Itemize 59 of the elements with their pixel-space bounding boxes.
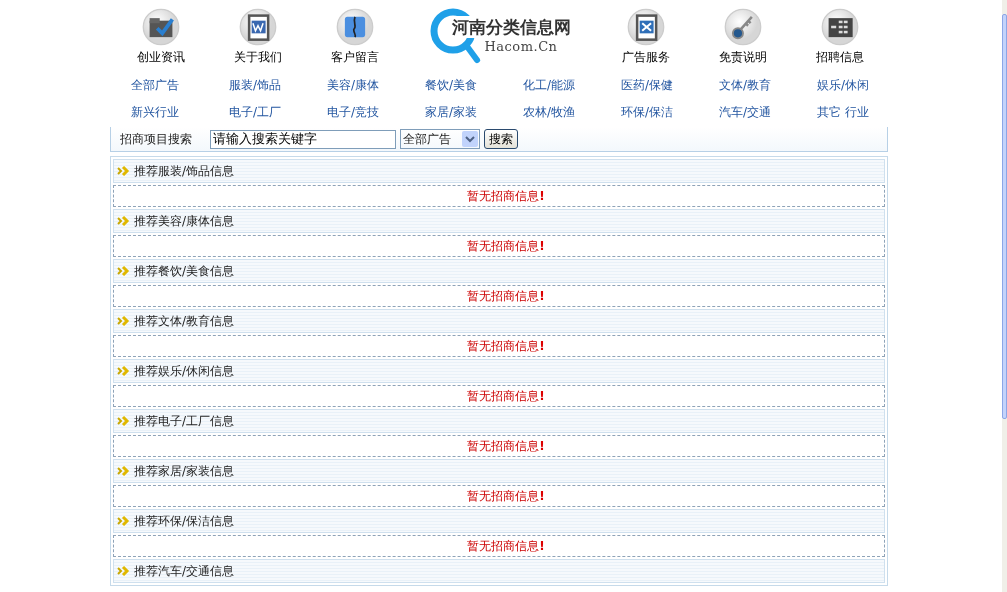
empty-notice: 暂无招商信息! [466,237,545,255]
key-icon [723,8,762,46]
category-link[interactable]: 服装/饰品 [210,77,308,94]
calendar-icon [820,8,859,46]
category-link[interactable]: 环保/保洁 [602,104,700,121]
section-title: 推荐娱乐/休闲信息 [134,362,235,380]
empty-notice: 暂无招商信息! [466,537,545,555]
empty-notice: 暂无招商信息! [466,387,545,405]
nav-link[interactable]: 招聘信息 [791,0,888,68]
double-arrow-icon [117,516,131,526]
double-arrow-icon [117,466,131,476]
category-link[interactable]: 其它 行业 [798,104,896,121]
document-icon [238,8,277,46]
section-title: 推荐环保/保洁信息 [134,512,235,530]
double-arrow-icon [117,266,131,276]
double-arrow-icon [117,566,131,576]
double-arrow-icon [117,166,131,176]
category-link[interactable]: 化工/能源 [504,77,602,94]
category-link[interactable]: 农林/牧渔 [504,104,602,121]
scrollbar-thumb[interactable] [1002,14,1007,419]
nav-link[interactable]: 创业资讯 [112,0,209,68]
search-button[interactable]: 搜索 [484,129,518,149]
site-logo[interactable]: 河南分类信息网 Hacom.Cn [428,7,572,65]
category-link[interactable]: 新兴行业 [112,104,210,121]
category-link[interactable]: 医药/保健 [602,77,700,94]
double-arrow-icon [117,316,131,326]
search-field[interactable]: 请输入搜索关键字 [210,129,396,149]
empty-notice: 暂无招商信息! [466,337,545,355]
section-title: 推荐电子/工厂信息 [134,412,235,430]
double-arrow-icon [117,366,131,376]
double-arrow-icon [117,416,131,426]
section-title: 推荐美容/康体信息 [134,212,235,230]
category-link[interactable]: 汽车/交通 [700,104,798,121]
category-link[interactable]: 娱乐/休闲 [798,77,896,94]
section-title: 推荐餐饮/美食信息 [134,262,235,280]
empty-notice: 暂无招商信息! [466,437,545,455]
section-title: 推荐家居/家装信息 [134,462,235,480]
empty-notice: 暂无招商信息! [466,487,545,505]
nav-link[interactable]: 广告服务 [597,0,694,68]
folder-icon [141,8,180,46]
section-title: 推荐汽车/交通信息 [134,562,235,580]
nav-link[interactable]: 免责说明 [694,0,791,68]
category-link[interactable]: 家居/家装 [406,104,504,121]
category-dropdown[interactable]: 全部广告 [400,129,480,149]
nav-link[interactable]: 客户留言 [306,0,403,68]
category-link[interactable]: 文体/教育 [700,77,798,94]
category-link[interactable]: 餐饮/美食 [406,77,504,94]
double-arrow-icon [117,216,131,226]
category-link[interactable]: 电子/工厂 [210,104,308,121]
spreadsheet-icon [626,8,665,46]
empty-notice: 暂无招商信息! [466,187,545,205]
search-label: 招商项目搜索 [120,130,193,148]
empty-notice: 暂无招商信息! [466,287,545,305]
section-title: 推荐服装/饰品信息 [134,162,235,180]
section-title: 推荐文体/教育信息 [134,312,235,330]
nav-link[interactable]: 关于我们 [209,0,306,68]
category-link[interactable]: 电子/竞技 [308,104,406,121]
category-link[interactable]: 美容/康体 [308,77,406,94]
category-link[interactable]: 全部广告 [112,77,210,94]
